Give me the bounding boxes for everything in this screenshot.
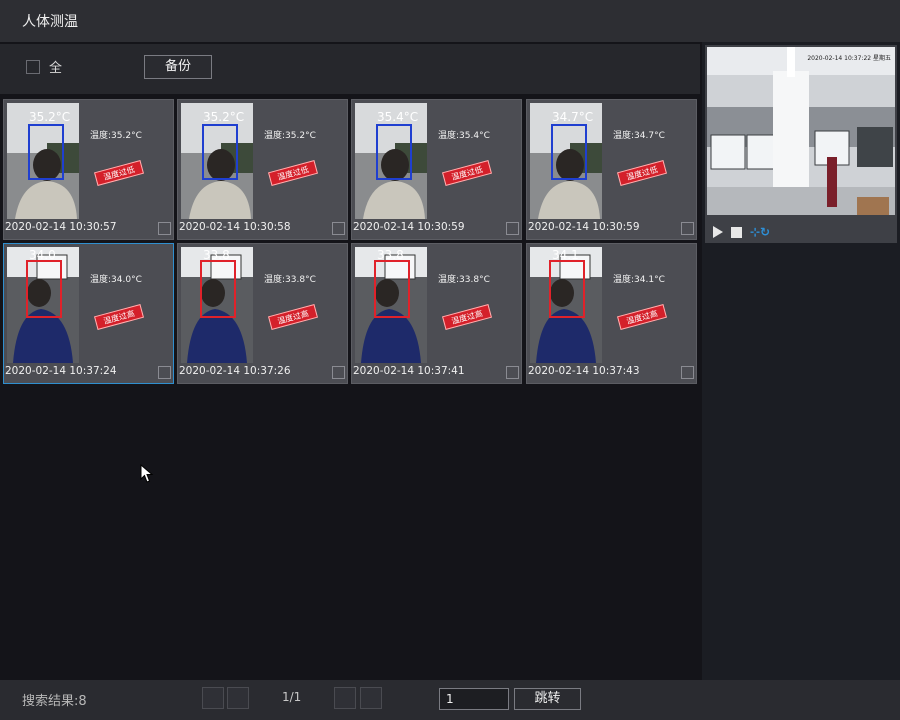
snapshot-card[interactable]: 33.8 温度:33.8°C 温度过高 2020-02-14 10:37:41 xyxy=(351,243,522,384)
preview-timestamp: 2020-02-14 10:37:22 星期五 xyxy=(807,55,891,62)
temperature-alert-badge: 温度过低 xyxy=(268,160,318,186)
preview-panel: 2020-02-14 10:37:22 星期五 ⊹↻ xyxy=(702,42,900,680)
svg-text:34.7°C: 34.7°C xyxy=(552,110,593,124)
temperature-reading: 温度:34.7°C xyxy=(613,131,665,141)
temperature-alert-badge: 温度过高 xyxy=(94,304,144,330)
snapshot-timestamp: 2020-02-14 10:30:58 xyxy=(179,221,291,233)
snapshot-checkbox[interactable] xyxy=(332,366,345,379)
title-bar: 人体测温 xyxy=(0,0,900,42)
camera-frame: 2020-02-14 10:37:22 星期五 xyxy=(707,47,895,215)
svg-text:35.4°C: 35.4°C xyxy=(377,110,418,124)
snapshot-timestamp: 2020-02-14 10:30:59 xyxy=(528,221,640,233)
snapshot-thumbnail: 33.8 xyxy=(181,247,253,363)
snapshot-checkbox[interactable] xyxy=(681,366,694,379)
page-indicator: 1/1 xyxy=(282,690,302,704)
video-preview[interactable]: 2020-02-14 10:37:22 星期五 ⊹↻ xyxy=(705,45,897,243)
snapshot-timestamp: 2020-02-14 10:37:43 xyxy=(528,365,640,377)
snapshot-checkbox[interactable] xyxy=(158,366,171,379)
svg-text:33.8: 33.8 xyxy=(203,248,230,262)
snapshot-card[interactable]: 35.2°C 温度:35.2°C 温度过低 2020-02-14 10:30:58 xyxy=(177,99,348,240)
snapshot-checkbox[interactable] xyxy=(332,222,345,235)
select-all-label: 全 xyxy=(49,61,63,76)
temperature-reading: 温度:34.0°C xyxy=(90,275,142,285)
search-result-count: 搜索结果:8 xyxy=(22,694,87,709)
snapshot-thumbnail: 34.1 xyxy=(530,247,602,363)
backup-button[interactable]: 备份 xyxy=(144,55,212,79)
snapshot-thumbnail: 33.8 xyxy=(355,247,427,363)
temperature-reading: 温度:35.4°C xyxy=(438,131,490,141)
temperature-alert-badge: 温度过低 xyxy=(94,160,144,186)
next-page-button[interactable] xyxy=(334,687,356,709)
temperature-reading: 温度:33.8°C xyxy=(438,275,490,285)
select-all-checkbox[interactable] xyxy=(26,60,40,74)
play-icon[interactable] xyxy=(713,226,723,238)
snapshot-thumbnail: 35.4°C xyxy=(355,103,427,219)
temperature-alert-badge: 温度过低 xyxy=(617,160,667,186)
snapshot-thumbnail: 34.0 xyxy=(7,247,79,363)
temperature-reading: 温度:33.8°C xyxy=(264,275,316,285)
jump-button[interactable]: 跳转 xyxy=(514,688,581,710)
svg-text:35.2°C: 35.2°C xyxy=(203,110,244,124)
temperature-alert-badge: 温度过高 xyxy=(617,304,667,330)
svg-text:33.8: 33.8 xyxy=(377,248,404,262)
snapshot-timestamp: 2020-02-14 10:37:26 xyxy=(179,365,291,377)
snapshot-card[interactable]: 35.2°C 温度:35.2°C 温度过低 2020-02-14 10:30:57 xyxy=(3,99,174,240)
results-area: 35.2°C 温度:35.2°C 温度过低 2020-02-14 10:30:57 … xyxy=(0,94,700,680)
snapshot-card[interactable]: 34.1 温度:34.1°C 温度过高 2020-02-14 10:37:43 xyxy=(526,243,697,384)
temperature-alert-badge: 温度过低 xyxy=(442,160,492,186)
snapshot-thumbnail: 34.7°C xyxy=(530,103,602,219)
snapshot-checkbox[interactable] xyxy=(158,222,171,235)
svg-text:34.1: 34.1 xyxy=(552,248,579,262)
first-page-button[interactable] xyxy=(202,687,224,709)
snapshot-timestamp: 2020-02-14 10:30:59 xyxy=(353,221,465,233)
snapshot-checkbox[interactable] xyxy=(681,222,694,235)
stop-icon[interactable] xyxy=(731,226,742,238)
temperature-alert-badge: 温度过高 xyxy=(442,304,492,330)
toolbar xyxy=(0,44,700,94)
mouse-cursor-icon xyxy=(140,464,154,483)
snapshot-checkbox[interactable] xyxy=(506,222,519,235)
snapshot-timestamp: 2020-02-14 10:30:57 xyxy=(5,221,117,233)
playback-controls: ⊹↻ xyxy=(713,224,770,240)
window-title: 人体测温 xyxy=(22,14,78,30)
svg-text:34.0: 34.0 xyxy=(29,248,56,262)
snapshot-timestamp: 2020-02-14 10:37:24 xyxy=(5,365,117,377)
smart-track-icon[interactable]: ⊹↻ xyxy=(750,225,770,239)
temperature-reading: 温度:35.2°C xyxy=(90,131,142,141)
snapshot-card[interactable]: 34.0 温度:34.0°C 温度过高 2020-02-14 10:37:24 xyxy=(3,243,174,384)
temperature-reading: 温度:34.1°C xyxy=(613,275,665,285)
prev-page-button[interactable] xyxy=(227,687,249,709)
svg-text:35.2°C: 35.2°C xyxy=(29,110,70,124)
snapshot-card[interactable]: 34.7°C 温度:34.7°C 温度过低 2020-02-14 10:30:59 xyxy=(526,99,697,240)
last-page-button[interactable] xyxy=(360,687,382,709)
snapshot-card[interactable]: 35.4°C 温度:35.4°C 温度过低 2020-02-14 10:30:59 xyxy=(351,99,522,240)
snapshot-card[interactable]: 33.8 温度:33.8°C 温度过高 2020-02-14 10:37:26 xyxy=(177,243,348,384)
snapshot-checkbox[interactable] xyxy=(506,366,519,379)
snapshot-timestamp: 2020-02-14 10:37:41 xyxy=(353,365,465,377)
snapshot-thumbnail: 35.2°C xyxy=(181,103,253,219)
snapshot-thumbnail: 35.2°C xyxy=(7,103,79,219)
temperature-alert-badge: 温度过高 xyxy=(268,304,318,330)
temperature-reading: 温度:35.2°C xyxy=(264,131,316,141)
page-number-input[interactable] xyxy=(439,688,509,710)
